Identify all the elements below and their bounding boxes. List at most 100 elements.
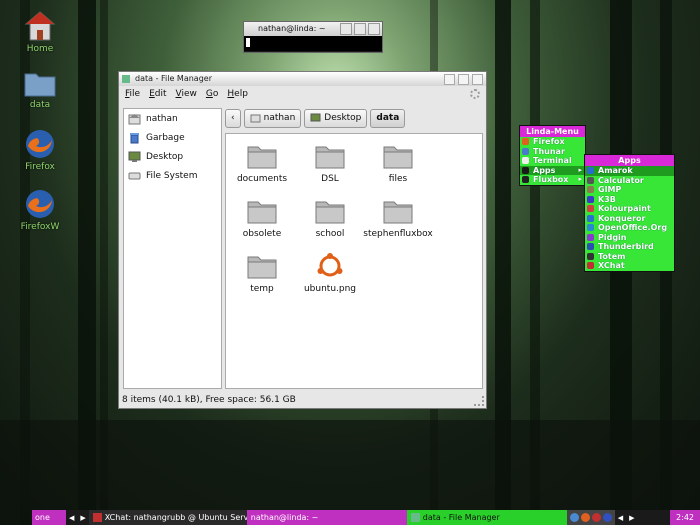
- chevron-left-icon: ‹: [231, 113, 235, 123]
- menu-item-fluxbox[interactable]: Fluxbox ▸: [520, 175, 585, 185]
- terminal-window[interactable]: nathan@linda: ~: [243, 21, 383, 53]
- workspace-name: one: [35, 513, 50, 522]
- terminal-icon: [522, 157, 529, 164]
- menu-go[interactable]: Go: [206, 89, 219, 99]
- sidebar-item-file-system[interactable]: File System: [124, 166, 221, 185]
- file-name: ubuntu.png: [303, 284, 357, 294]
- terminal-titlebar[interactable]: nathan@linda: ~: [244, 22, 382, 36]
- workspace-switcher[interactable]: one: [32, 510, 66, 525]
- file-item[interactable]: DSL: [299, 142, 361, 184]
- prev-window-button[interactable]: ◀: [615, 514, 626, 522]
- menu-view[interactable]: View: [176, 89, 197, 99]
- terminal-title: nathan@linda: ~: [258, 24, 326, 33]
- close-button[interactable]: [368, 23, 380, 35]
- menu-title: Linda-Menu: [520, 126, 585, 137]
- thunderbird-icon: [587, 243, 594, 250]
- menu-item-openoffice[interactable]: OpenOffice.Org: [585, 223, 674, 233]
- file-item[interactable]: school: [299, 197, 361, 239]
- prev-workspace-button[interactable]: ◀: [66, 514, 77, 522]
- sidebar-item-nathan[interactable]: nathan: [124, 109, 221, 128]
- file-name: files: [388, 174, 408, 184]
- menu-item-totem[interactable]: Totem: [585, 252, 674, 262]
- resize-grip-icon[interactable]: [474, 396, 484, 406]
- file-manager-titlebar[interactable]: data - File Manager: [119, 72, 486, 86]
- maximize-button[interactable]: [458, 74, 469, 85]
- task-xchat[interactable]: XChat: nathangrubb @ Ubuntu Servers / #: [88, 510, 247, 525]
- firefox-icon: [522, 138, 529, 145]
- next-workspace-button[interactable]: ▶: [77, 514, 88, 522]
- desktop-icon-data[interactable]: data: [10, 68, 70, 110]
- minimize-button[interactable]: [340, 23, 352, 35]
- menu-item-thunderbird[interactable]: Thunderbird: [585, 242, 674, 252]
- menu-item-calculator[interactable]: Calculator: [585, 176, 674, 186]
- trash-icon: [130, 132, 139, 143]
- file-item[interactable]: temp: [231, 252, 293, 294]
- desktop-icon: [128, 151, 141, 162]
- menu-item-gimp[interactable]: GIMP: [585, 185, 674, 195]
- menu-item-firefox[interactable]: Firefox: [520, 137, 585, 147]
- firefox-icon: [26, 190, 54, 218]
- close-button[interactable]: [472, 74, 483, 85]
- konqueror-icon: [587, 214, 594, 222]
- desktop-icon-home[interactable]: Home: [10, 10, 70, 54]
- xchat-icon: [587, 262, 594, 269]
- system-tray: [566, 510, 615, 525]
- totem-icon: [587, 252, 594, 260]
- file-item[interactable]: ubuntu.png: [299, 252, 361, 294]
- tray-icon[interactable]: [580, 513, 590, 522]
- tray-icon[interactable]: [569, 513, 579, 522]
- menu-item-kolourpaint[interactable]: Kolourpaint: [585, 204, 674, 214]
- sidebar-item-desktop[interactable]: Desktop: [124, 147, 221, 166]
- app-icon: [122, 75, 130, 83]
- terminal-body[interactable]: [244, 36, 382, 51]
- folder-icon: [315, 146, 345, 169]
- tray-icon[interactable]: [602, 513, 612, 522]
- file-item[interactable]: obsolete: [231, 197, 293, 239]
- menu-file[interactable]: File: [125, 89, 140, 99]
- desktop-icon-label: Home: [26, 44, 54, 54]
- ubuntu-logo-icon: [317, 253, 343, 277]
- taskbar: one ◀ ▶ XChat: nathangrubb @ Ubuntu Serv…: [32, 510, 700, 525]
- task-file-manager[interactable]: data - File Manager: [406, 510, 567, 525]
- menu-item-xchat[interactable]: XChat: [585, 261, 674, 271]
- menu-item-k3b[interactable]: K3B: [585, 195, 674, 205]
- thunar-icon: [522, 147, 529, 155]
- home-icon: [24, 11, 56, 41]
- menu-edit[interactable]: Edit: [149, 89, 166, 99]
- folder-icon: [247, 201, 277, 224]
- path-back-button[interactable]: ‹: [225, 108, 241, 128]
- file-manager-window[interactable]: data - File Manager File Edit View Go He…: [118, 71, 487, 409]
- side-pane: nathan Garbage Desktop File System: [123, 108, 222, 389]
- sidebar-item-garbage[interactable]: Garbage: [124, 128, 221, 147]
- desktop-icon-firefoxw[interactable]: FirefoxW: [10, 188, 70, 232]
- desktop-icon-firefox[interactable]: Firefox: [10, 128, 70, 172]
- file-manager-icon: [410, 513, 420, 522]
- menu-item-terminal[interactable]: Terminal: [520, 156, 585, 166]
- minimize-button[interactable]: [444, 74, 455, 85]
- path-button-nathan[interactable]: nathan: [243, 108, 302, 128]
- amarok-icon: [587, 167, 594, 174]
- menu-item-thunar[interactable]: Thunar: [520, 147, 585, 157]
- menu-item-apps[interactable]: Apps ▸: [520, 165, 585, 175]
- firefox-icon: [26, 130, 54, 158]
- menu-help[interactable]: Help: [227, 89, 248, 99]
- file-item[interactable]: documents: [231, 142, 293, 184]
- desktop-icon-label: Firefox: [25, 162, 55, 172]
- menu-item-amarok[interactable]: Amarok: [585, 166, 674, 176]
- file-item[interactable]: files: [367, 142, 429, 184]
- task-terminal[interactable]: nathan@linda: ~: [246, 510, 407, 525]
- file-name: DSL: [321, 174, 339, 184]
- path-button-data[interactable]: data: [370, 108, 406, 128]
- maximize-button[interactable]: [354, 23, 366, 35]
- menu-item-pidgin[interactable]: Pidgin: [585, 233, 674, 243]
- menu-item-konqueror[interactable]: Konqueror: [585, 214, 674, 224]
- file-item[interactable]: stephenfluxbox: [360, 197, 436, 239]
- submenu-arrow-icon: ▸: [578, 175, 582, 183]
- tray-icon[interactable]: [591, 513, 601, 522]
- file-view[interactable]: documents DSL files obsolete school step…: [225, 133, 483, 389]
- path-button-desktop[interactable]: Desktop: [304, 108, 368, 128]
- busy-spinner-icon: [470, 89, 480, 99]
- path-bar: ‹ nathan Desktop data: [225, 108, 406, 128]
- next-window-button[interactable]: ▶: [626, 514, 637, 522]
- file-name: obsolete: [242, 229, 282, 239]
